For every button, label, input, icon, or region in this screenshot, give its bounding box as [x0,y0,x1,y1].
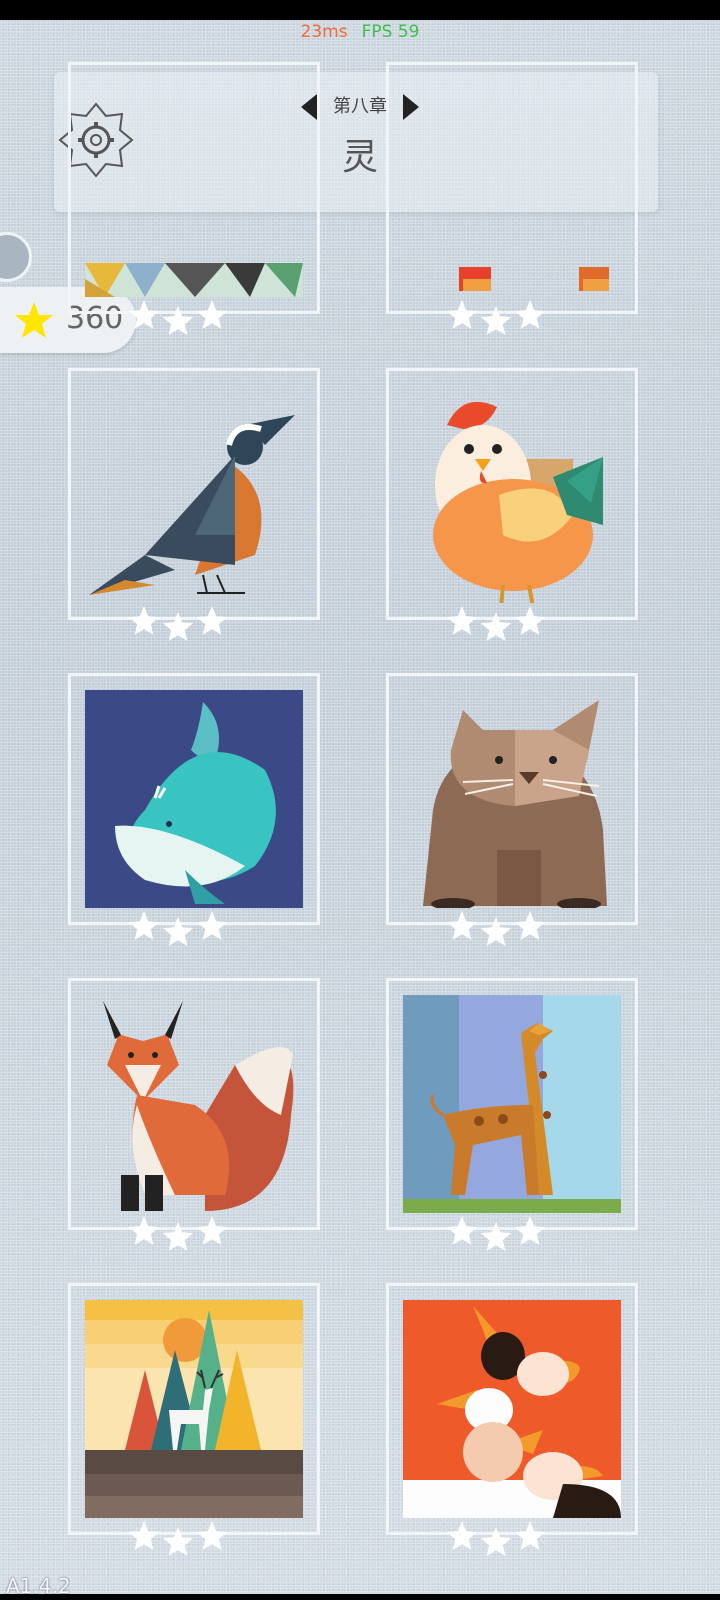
fps-readout: FPS 59 [361,22,420,42]
whale-artwork [85,690,303,908]
level-card-mosaic[interactable] [68,62,320,314]
perf-overlay: 23ms FPS 59 [0,22,720,42]
level-wombat-stars [446,911,546,946]
rating-star-icon [162,612,194,641]
rating-star-icon [162,917,194,946]
rating-star-icon [446,1216,478,1245]
rating-star-icon [446,300,478,329]
rating-star-icon [480,917,512,946]
rating-star-icon [162,1222,194,1251]
rating-star-icon [196,911,228,940]
rating-star-icon [446,911,478,940]
rating-star-icon [446,1521,478,1550]
rating-star-icon [480,1527,512,1556]
rating-star-icon [514,1216,546,1245]
rating-star-icon [196,300,228,329]
rating-star-icon [480,612,512,641]
rating-star-icon [446,606,478,635]
side-menu-button[interactable] [0,232,32,282]
rating-star-icon [196,606,228,635]
deer-artwork [85,1300,303,1518]
level-deer-stars [128,1521,228,1556]
rating-star-icon [128,1521,160,1550]
level-card-fox[interactable] [68,978,320,1230]
robin-artwork [403,79,621,297]
rating-star-icon [480,1222,512,1251]
mosaic-artwork [85,79,303,297]
level-card-bird[interactable] [68,368,320,620]
latency-readout: 23ms [300,22,348,42]
rating-star-icon [514,300,546,329]
level-card-whale[interactable] [68,673,320,925]
bird-artwork [85,385,303,603]
level-chicken-stars [446,606,546,641]
geese-artwork [403,1300,621,1518]
rating-star-icon [514,1521,546,1550]
level-robin-stars [446,300,546,335]
rating-star-icon [196,1521,228,1550]
rating-star-icon [514,606,546,635]
chicken-artwork [403,385,621,603]
rating-star-icon [128,300,160,329]
giraffe-artwork [403,995,621,1213]
level-giraffe-stars [446,1216,546,1251]
level-card-robin[interactable] [386,62,638,314]
rating-star-icon [480,306,512,335]
rating-star-icon [196,1216,228,1245]
level-bird-stars [128,606,228,641]
rating-star-icon [128,1216,160,1245]
chapter-label: 第八章 [333,96,387,117]
level-fox-stars [128,1216,228,1251]
rating-star-icon [128,911,160,940]
level-card-giraffe[interactable] [386,978,638,1230]
rating-star-icon [162,1527,194,1556]
level-card-deer[interactable] [68,1283,320,1535]
bottom-bar [0,1594,720,1600]
level-card-wombat[interactable] [386,673,638,925]
rating-star-icon [128,606,160,635]
level-geese-stars [446,1521,546,1556]
fox-artwork [85,995,303,1213]
rating-star-icon [162,306,194,335]
wombat-artwork [403,690,621,908]
star-icon [15,302,53,338]
rating-star-icon [514,911,546,940]
level-card-chicken[interactable] [386,368,638,620]
status-bar [0,0,720,20]
level-mosaic-stars [128,300,228,335]
level-whale-stars [128,911,228,946]
level-card-geese[interactable] [386,1283,638,1535]
